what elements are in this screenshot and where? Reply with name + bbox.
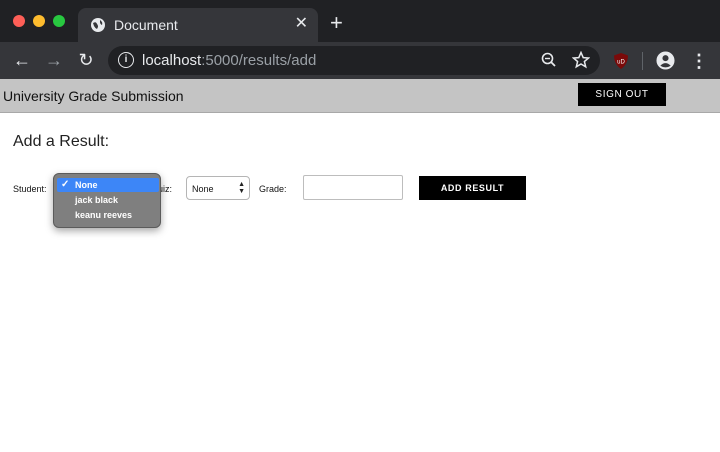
checkmark-icon: ✓ bbox=[61, 179, 70, 190]
more-menu-icon[interactable]: ⋮ bbox=[690, 51, 708, 71]
site-info-icon[interactable]: i bbox=[118, 52, 134, 68]
window-minimize-button[interactable] bbox=[33, 15, 45, 27]
url-path: :5000/results/add bbox=[201, 52, 317, 69]
reload-icon[interactable]: ↻ bbox=[75, 49, 97, 71]
forward-arrow-icon[interactable]: → bbox=[43, 49, 65, 71]
window-close-button[interactable] bbox=[13, 15, 25, 27]
profile-avatar-icon[interactable] bbox=[656, 51, 675, 70]
browser-tab[interactable]: Document ✕ bbox=[78, 8, 318, 42]
toolbar-divider bbox=[642, 52, 643, 70]
ublock-extension-icon[interactable]: uD bbox=[612, 52, 630, 70]
browser-toolbar: ← → ↻ i localhost:5000/results/add uD ⋮ bbox=[0, 42, 720, 79]
zoom-icon[interactable] bbox=[540, 51, 558, 69]
student-dropdown-menu[interactable]: ✓ None jack black keanu reeves bbox=[53, 173, 161, 228]
student-option-keanu-reeves[interactable]: keanu reeves bbox=[57, 208, 159, 222]
tab-title: Document bbox=[114, 17, 178, 33]
bookmark-star-icon[interactable] bbox=[572, 51, 590, 69]
globe-icon bbox=[91, 18, 105, 32]
url-text: localhost:5000/results/add bbox=[142, 52, 316, 69]
back-arrow-icon[interactable]: ← bbox=[11, 49, 33, 71]
page-heading: Add a Result: bbox=[13, 133, 110, 150]
option-label: keanu reeves bbox=[75, 210, 133, 220]
add-result-button[interactable]: ADD RESULT bbox=[419, 176, 526, 200]
tab-close-icon[interactable]: ✕ bbox=[295, 15, 308, 33]
sign-out-button[interactable]: SIGN OUT bbox=[578, 83, 666, 106]
window-zoom-button[interactable] bbox=[53, 15, 65, 27]
select-arrows-icon: ▲ ▼ bbox=[238, 181, 245, 195]
quiz-select-value: None bbox=[192, 184, 214, 194]
browser-tab-bar: Document ✕ + bbox=[0, 0, 720, 42]
site-title: University Grade Submission bbox=[3, 88, 184, 104]
student-label: Student: bbox=[13, 184, 47, 194]
student-option-jack-black[interactable]: jack black bbox=[57, 193, 159, 207]
option-label: None bbox=[75, 180, 98, 190]
grade-input[interactable] bbox=[303, 175, 403, 200]
address-bar[interactable]: i localhost:5000/results/add bbox=[108, 46, 600, 75]
site-header: University Grade Submission SIGN OUT bbox=[0, 79, 720, 113]
new-tab-button[interactable]: + bbox=[330, 12, 343, 34]
quiz-select[interactable]: None ▲ ▼ bbox=[186, 176, 250, 200]
ext-badge-text: uD bbox=[617, 60, 625, 66]
option-label: jack black bbox=[75, 195, 119, 205]
student-option-none[interactable]: ✓ None bbox=[57, 178, 159, 192]
url-host: localhost bbox=[142, 52, 202, 69]
grade-label: Grade: bbox=[259, 184, 287, 194]
